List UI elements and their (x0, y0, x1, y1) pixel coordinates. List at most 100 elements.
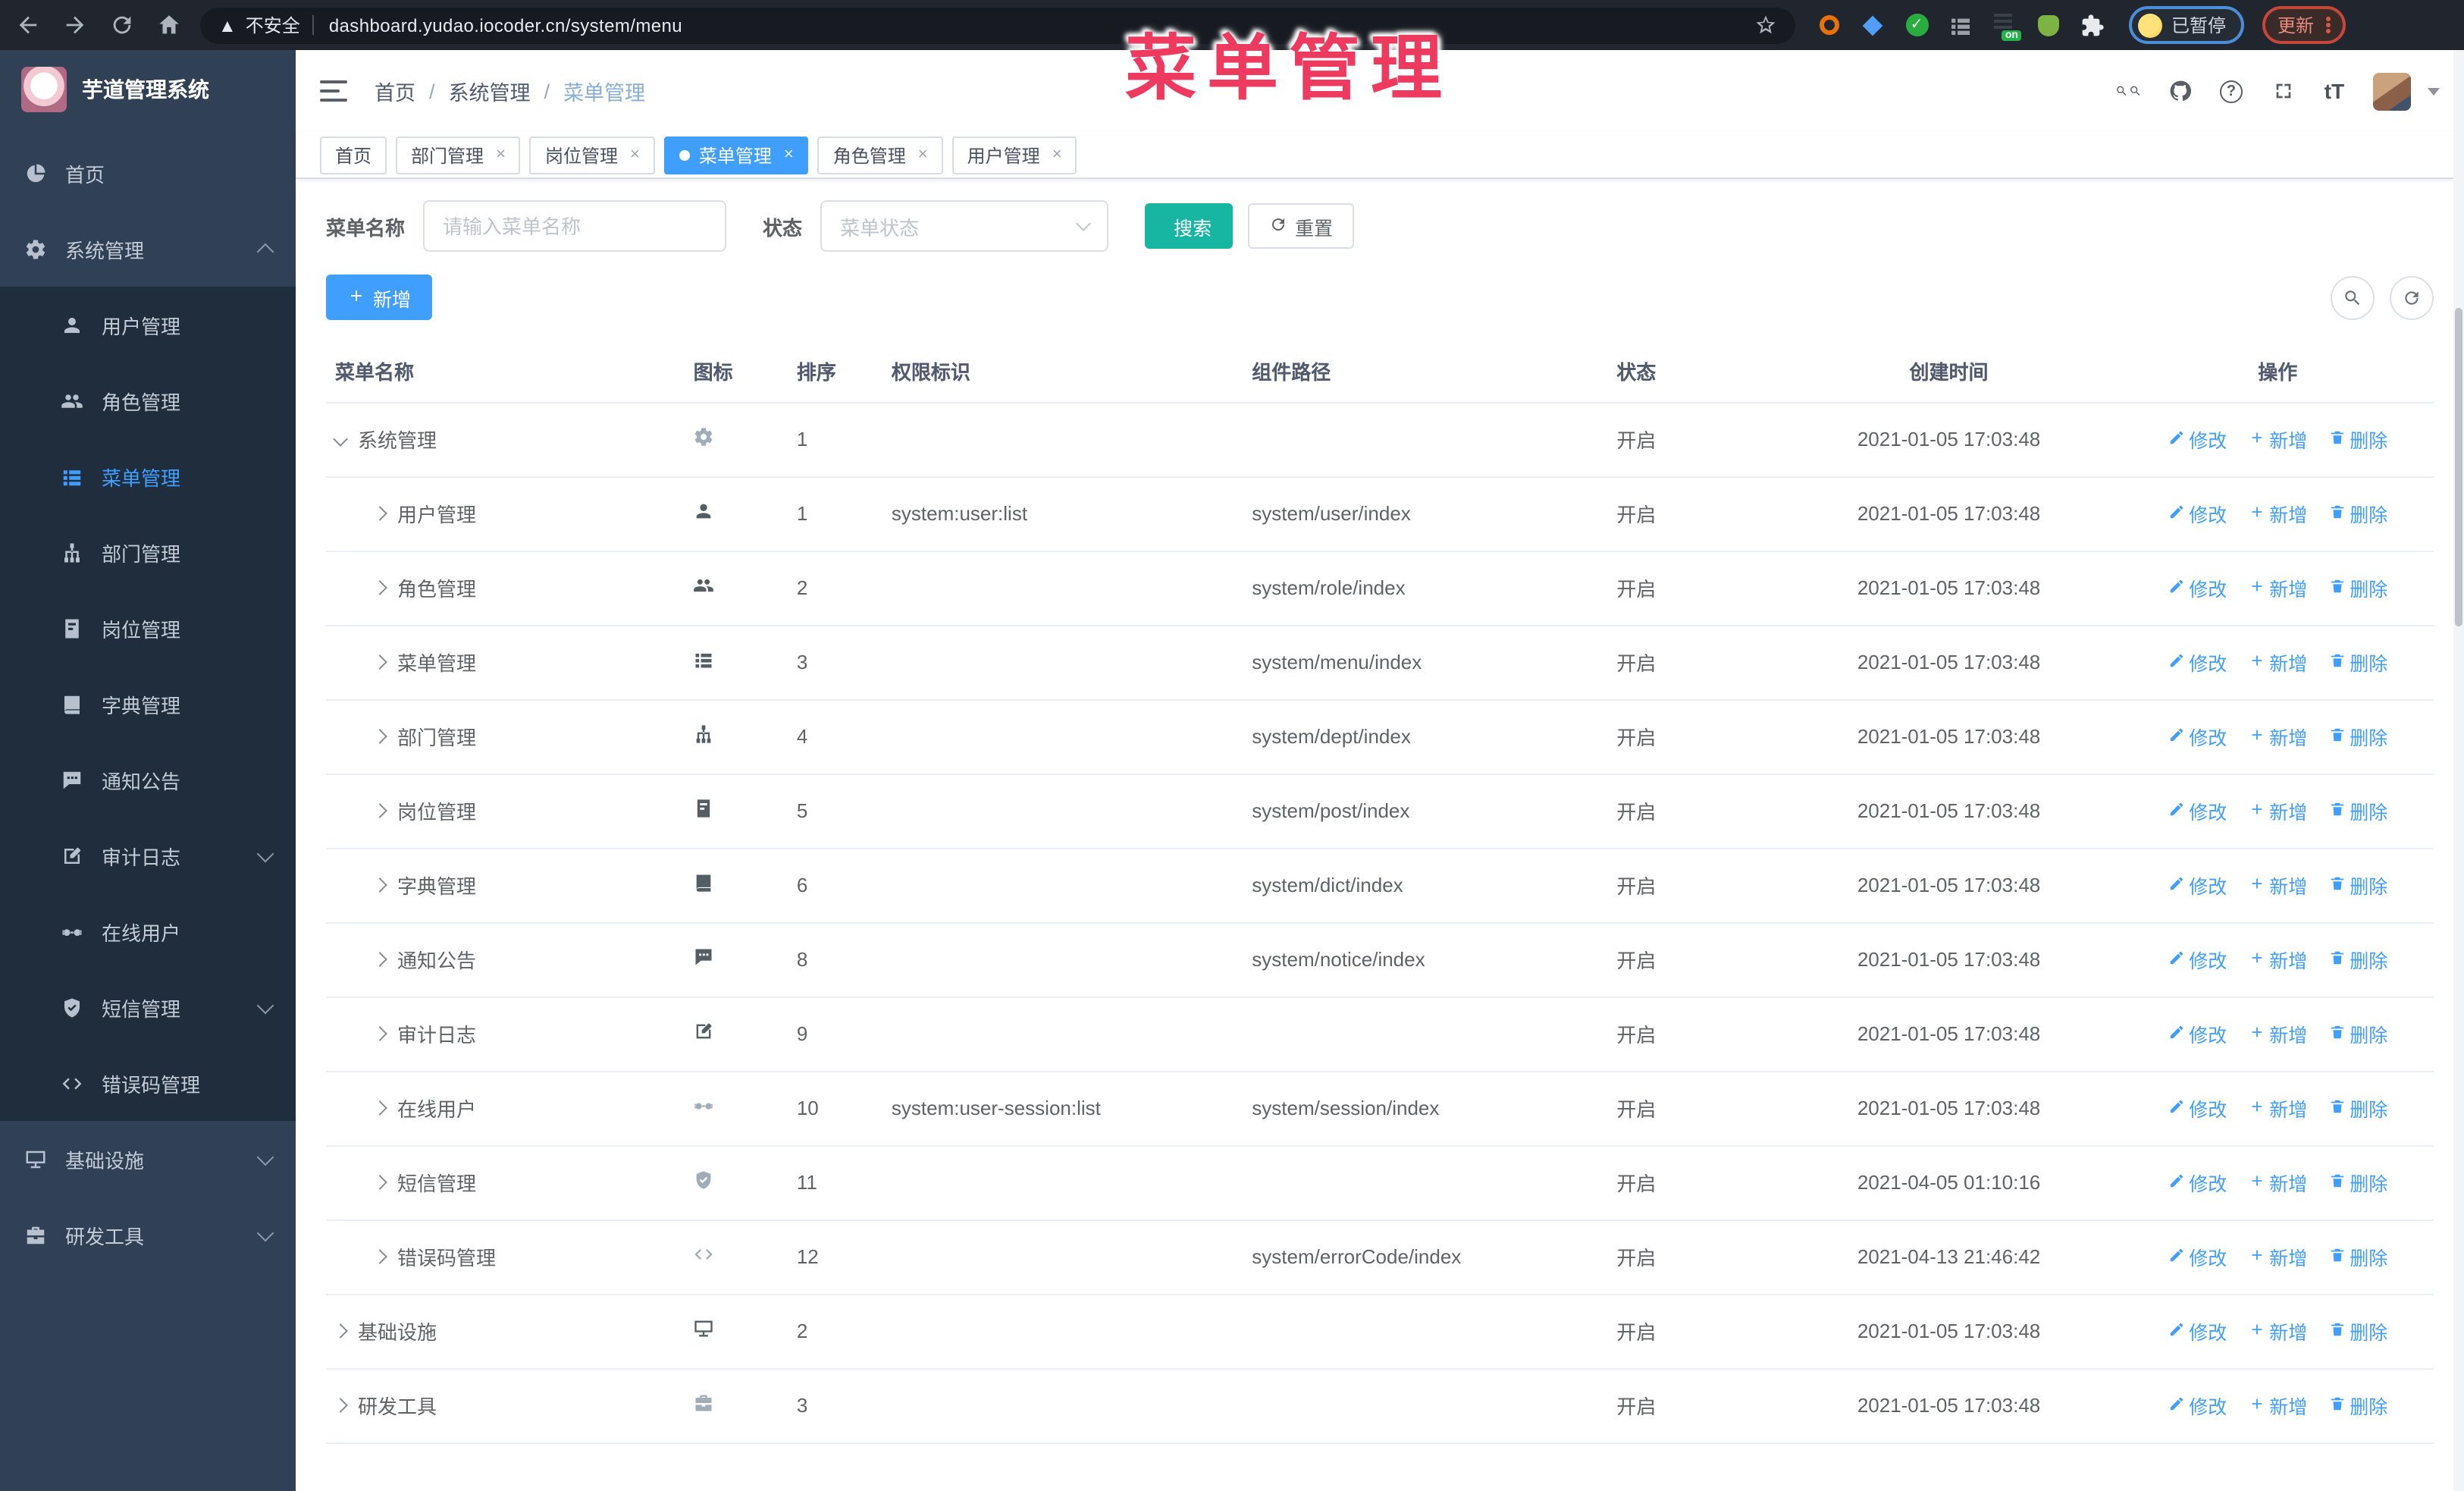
add-button[interactable]: 新增 (2248, 1317, 2307, 1345)
github-icon[interactable] (2167, 78, 2193, 104)
puzzle-icon[interactable] (2080, 13, 2105, 37)
sidebar-item-log[interactable]: 审计日志 (0, 818, 296, 893)
caret-down-icon[interactable] (2428, 87, 2440, 95)
sidebar-item-code[interactable]: 错误码管理 (0, 1045, 296, 1121)
logo[interactable]: 芋道管理系统 (0, 50, 296, 129)
edit-button[interactable]: 修改 (2168, 1094, 2227, 1122)
delete-button[interactable]: 删除 (2328, 1317, 2387, 1345)
add-button[interactable]: 新增 (2248, 722, 2307, 751)
sidebar-item-menu[interactable]: 菜单管理 (0, 438, 296, 514)
sidebar-item-dashboard[interactable]: 首页 (0, 135, 296, 211)
menu-name-input[interactable] (423, 200, 727, 252)
home-icon[interactable] (156, 12, 182, 38)
expand-chevron-icon[interactable] (372, 952, 387, 967)
on-badge-icon[interactable]: on (1992, 13, 2021, 40)
user-avatar[interactable] (2373, 72, 2411, 110)
expand-chevron-icon[interactable] (372, 1175, 387, 1190)
tab-group-icon[interactable] (1948, 13, 1973, 37)
sidebar-item-tree[interactable]: 部门管理 (0, 514, 296, 590)
edit-button[interactable]: 修改 (2168, 1242, 2227, 1271)
sidebar-collapse-icon[interactable] (320, 80, 347, 102)
sidebar-item-monitor[interactable]: 基础设施 (0, 1121, 296, 1197)
close-icon[interactable]: × (630, 146, 640, 164)
edit-button[interactable]: 修改 (2168, 722, 2227, 751)
orange-ring-icon[interactable] (1817, 13, 1841, 37)
add-button[interactable]: 新增 (2248, 1242, 2307, 1271)
add-button[interactable]: 新增 (2248, 425, 2307, 454)
add-button[interactable]: 新增 (2248, 1019, 2307, 1048)
edit-button[interactable]: 修改 (2168, 648, 2227, 676)
expand-chevron-icon[interactable] (372, 1100, 387, 1116)
delete-button[interactable]: 删除 (2328, 871, 2387, 899)
edit-button[interactable]: 修改 (2168, 796, 2227, 825)
refresh-table-button[interactable] (2390, 275, 2434, 319)
scrollbar-thumb[interactable] (2455, 308, 2462, 626)
delete-button[interactable]: 删除 (2328, 573, 2387, 602)
browser-update-button[interactable]: 更新 (2262, 6, 2346, 44)
show-search-toggle-button[interactable] (2331, 275, 2375, 319)
delete-button[interactable]: 删除 (2328, 425, 2387, 454)
delete-button[interactable]: 删除 (2328, 722, 2387, 751)
sidebar-item-badge[interactable]: 岗位管理 (0, 590, 296, 666)
search-icon[interactable] (2115, 78, 2141, 104)
reset-button[interactable]: 重置 (1248, 203, 1355, 249)
status-select[interactable]: 菜单状态 (820, 200, 1109, 252)
fullscreen-icon[interactable] (2270, 78, 2296, 104)
reload-icon[interactable] (109, 12, 135, 38)
edit-button[interactable]: 修改 (2168, 871, 2227, 899)
edit-button[interactable]: 修改 (2168, 1168, 2227, 1197)
expand-chevron-icon[interactable] (372, 506, 387, 521)
page-scrollbar[interactable] (2453, 50, 2464, 1491)
tab-菜单管理[interactable]: 菜单管理 × (663, 136, 809, 174)
expand-chevron-icon[interactable] (372, 729, 387, 744)
expand-chevron-icon[interactable] (372, 580, 387, 595)
add-button[interactable]: 新增 (2248, 1094, 2307, 1122)
font-size-icon[interactable]: tT (2321, 78, 2347, 104)
paused-extension-badge[interactable]: 已暂停 (2129, 6, 2245, 44)
collapse-chevron-icon[interactable] (333, 432, 348, 447)
add-button[interactable]: 新增 (2248, 945, 2307, 974)
close-icon[interactable]: × (918, 146, 928, 164)
sidebar-item-online[interactable]: 在线用户 (0, 893, 296, 969)
expand-chevron-icon[interactable] (372, 803, 387, 818)
add-button[interactable]: 新增 (2248, 871, 2307, 899)
tab-岗位管理[interactable]: 岗位管理 × (529, 136, 655, 174)
edit-button[interactable]: 修改 (2168, 573, 2227, 602)
browser-menu-icon[interactable] (2326, 17, 2331, 33)
expand-chevron-icon[interactable] (372, 1249, 387, 1264)
tab-首页[interactable]: 首页 (320, 136, 387, 174)
close-icon[interactable]: × (1052, 146, 1062, 164)
tab-角色管理[interactable]: 角色管理 × (817, 136, 943, 174)
edit-button[interactable]: 修改 (2168, 1317, 2227, 1345)
sidebar-item-shield[interactable]: 短信管理 (0, 969, 296, 1045)
sidebar-item-toolbox[interactable]: 研发工具 (0, 1197, 296, 1273)
sidebar-item-book[interactable]: 字典管理 (0, 666, 296, 742)
expand-chevron-icon[interactable] (333, 1323, 348, 1339)
expand-chevron-icon[interactable] (372, 654, 387, 670)
forward-arrow-icon[interactable] (62, 12, 88, 38)
add-button[interactable]: 新增 (2248, 573, 2307, 602)
close-icon[interactable]: × (784, 146, 794, 164)
address-bar[interactable]: ▲ 不安全 dashboard.yudao.iocoder.cn/system/… (200, 7, 1795, 43)
delete-button[interactable]: 删除 (2328, 648, 2387, 676)
edit-button[interactable]: 修改 (2168, 1391, 2227, 1420)
back-arrow-icon[interactable] (15, 12, 41, 38)
tab-部门管理[interactable]: 部门管理 × (396, 136, 521, 174)
delete-button[interactable]: 删除 (2328, 499, 2387, 528)
expand-chevron-icon[interactable] (372, 877, 387, 893)
sidebar-item-user[interactable]: 用户管理 (0, 287, 296, 363)
add-button[interactable]: 新增 (2248, 1168, 2307, 1197)
delete-button[interactable]: 删除 (2328, 1242, 2387, 1271)
green-check-icon[interactable]: ✓ (1904, 13, 1929, 37)
delete-button[interactable]: 删除 (2328, 1019, 2387, 1048)
green-droid-icon[interactable] (2036, 13, 2061, 37)
delete-button[interactable]: 删除 (2328, 796, 2387, 825)
delete-button[interactable]: 删除 (2328, 1094, 2387, 1122)
edit-button[interactable]: 修改 (2168, 499, 2227, 528)
help-icon[interactable]: ? (2218, 78, 2244, 104)
expand-chevron-icon[interactable] (333, 1398, 348, 1413)
bookmark-star-icon[interactable] (1754, 14, 1777, 36)
delete-button[interactable]: 删除 (2328, 945, 2387, 974)
add-button[interactable]: 新增 (2248, 499, 2307, 528)
expand-chevron-icon[interactable] (372, 1026, 387, 1041)
